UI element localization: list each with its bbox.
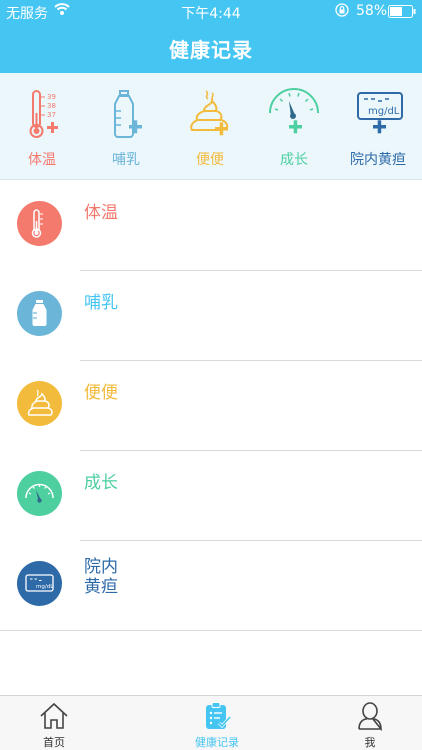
divider — [0, 630, 422, 631]
person-icon — [358, 702, 382, 731]
temp-mark-37: 37 — [47, 111, 56, 119]
gauge-icon — [17, 471, 62, 516]
list-item-feeding[interactable]: 哺乳 — [0, 271, 422, 361]
list-label-jaundice: 院内 黄疸 — [84, 557, 144, 597]
record-list: 体温 哺乳 便便 成长 mg/dL 院内 黄疸 — [0, 181, 422, 631]
app-header: 无服务 下午4:44 58% 健康记录 — [0, 0, 422, 73]
clipboard-check-icon — [206, 702, 232, 729]
battery-icon — [388, 5, 416, 22]
quick-add-temperature[interactable]: 39 38 37 体温 — [0, 73, 84, 180]
bottle-icon — [17, 291, 62, 336]
list-label-stool: 便便 — [84, 383, 118, 403]
thermometer-plus-icon: 39 38 37 — [29, 90, 58, 138]
poop-plus-icon — [190, 90, 229, 136]
tab-bar: 首页 健康记录 我 — [0, 695, 422, 750]
list-jaundice-unit: mg/dL — [36, 584, 54, 590]
thermometer-icon — [17, 201, 62, 246]
temp-mark-39: 39 — [47, 93, 56, 101]
quick-add-bar: 39 38 37 体温 哺乳 便便 成长 mg/dL 院内黄疸 — [0, 73, 422, 180]
bilirubin-meter-icon: mg/dL — [17, 561, 62, 606]
poop-icon — [17, 381, 62, 426]
quick-add-feeding[interactable]: 哺乳 — [84, 73, 168, 180]
quick-label-growth: 成长 — [280, 152, 308, 168]
bottle-plus-icon — [114, 90, 142, 138]
tab-health-records[interactable]: 健康记录 — [167, 696, 267, 750]
home-icon — [40, 702, 68, 729]
list-label-jaundice-line1: 院内 — [84, 557, 118, 577]
tab-home[interactable]: 首页 — [4, 696, 104, 750]
page-title: 健康记录 — [169, 38, 253, 62]
quick-label-feeding: 哺乳 — [112, 152, 140, 168]
list-item-growth[interactable]: 成长 — [0, 451, 422, 541]
tab-me[interactable]: 我 — [320, 696, 420, 750]
tab-label-me: 我 — [364, 736, 376, 749]
quick-label-temperature: 体温 — [28, 152, 56, 168]
list-item-stool[interactable]: 便便 — [0, 361, 422, 451]
status-bar: 无服务 下午4:44 58% — [0, 0, 422, 24]
list-label-jaundice-line2: 黄疸 — [84, 577, 118, 597]
quick-add-stool[interactable]: 便便 — [168, 73, 252, 180]
list-label-temperature: 体温 — [84, 203, 118, 223]
quick-label-jaundice: 院内黄疸 — [350, 152, 406, 168]
bilirubin-meter-plus-icon: mg/dL — [357, 92, 403, 134]
list-label-feeding: 哺乳 — [84, 293, 118, 313]
quick-add-growth[interactable]: 成长 — [252, 73, 336, 180]
quick-jaundice-unit: mg/dL — [368, 106, 400, 117]
temp-mark-38: 38 — [47, 102, 56, 110]
list-label-growth: 成长 — [84, 473, 118, 493]
tab-label-home: 首页 — [43, 736, 65, 749]
quick-label-stool: 便便 — [196, 152, 224, 168]
tab-label-health-records: 健康记录 — [195, 736, 239, 749]
orientation-lock-icon — [335, 3, 349, 21]
gauge-plus-icon — [269, 88, 319, 134]
list-item-jaundice[interactable]: mg/dL 院内 黄疸 — [0, 541, 422, 631]
list-item-temperature[interactable]: 体温 — [0, 181, 422, 271]
battery-percent: 58% — [356, 3, 388, 19]
quick-add-jaundice[interactable]: mg/dL 院内黄疸 — [336, 73, 420, 180]
